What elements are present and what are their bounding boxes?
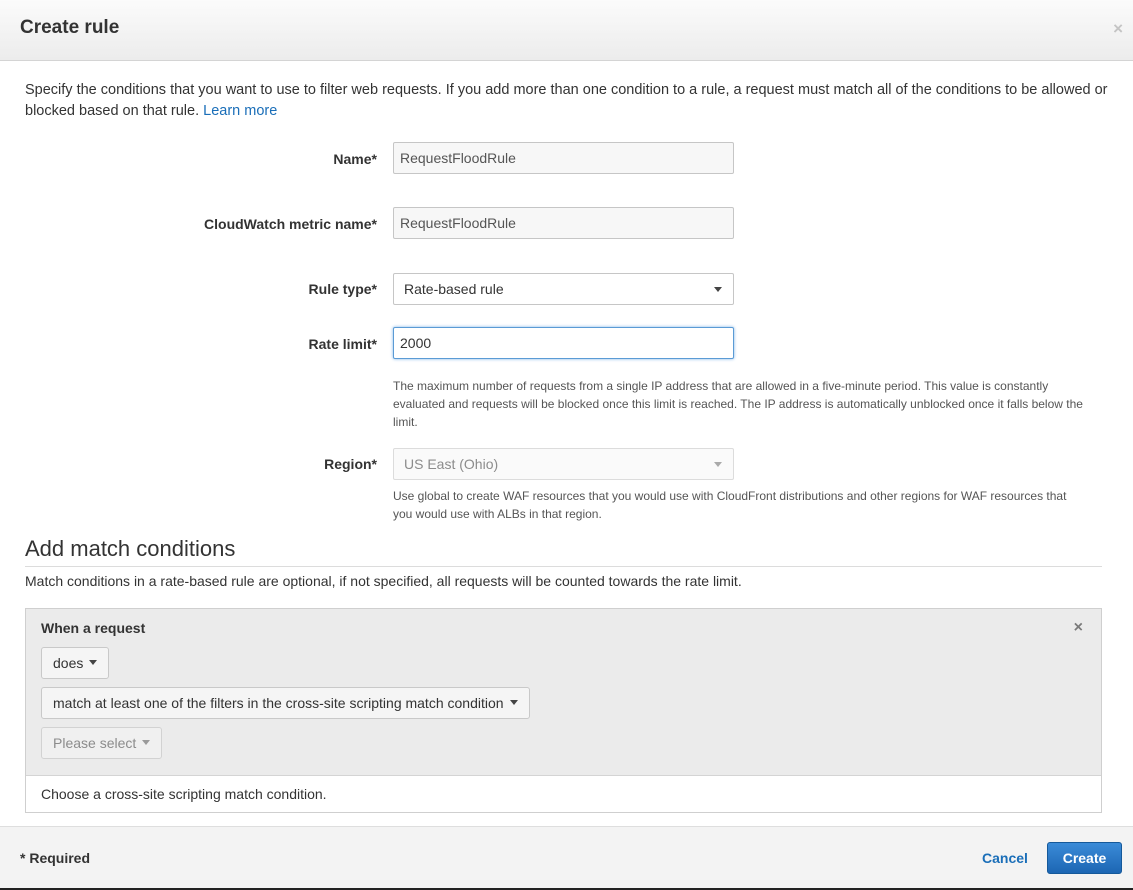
close-icon[interactable]: ×: [1113, 20, 1123, 37]
rule-type-select[interactable]: Rate-based rule: [393, 273, 734, 305]
condition-select-dropdown[interactable]: Please select: [41, 727, 163, 759]
metric-name-label: CloudWatch metric name*: [204, 216, 377, 232]
required-note: * Required: [20, 850, 91, 866]
section-description: Match conditions in a rate-based rule ar…: [25, 573, 742, 589]
chevron-down-icon: [142, 739, 151, 745]
close-icon[interactable]: ×: [1074, 619, 1083, 637]
match-type-dropdown-label: match at least one of the filters in the…: [53, 695, 504, 711]
region-select[interactable]: US East (Ohio): [393, 448, 734, 480]
rule-type-label: Rule type*: [308, 281, 377, 297]
chevron-down-icon: [714, 287, 722, 292]
section-divider: [25, 566, 1102, 567]
cancel-button[interactable]: Cancel: [982, 850, 1028, 866]
region-label: Region*: [324, 456, 377, 472]
dialog-footer: * Required Cancel Create: [0, 826, 1133, 890]
condition-footer-text: Choose a cross-site scripting match cond…: [41, 786, 327, 802]
condition-box: When a request × does match at least one…: [25, 608, 1102, 813]
name-input[interactable]: [393, 142, 734, 174]
rate-limit-label: Rate limit*: [308, 336, 377, 352]
condition-footer: Choose a cross-site scripting match cond…: [26, 775, 1101, 812]
condition-title: When a request: [41, 620, 146, 636]
region-value: US East (Ohio): [404, 456, 499, 472]
learn-more-link[interactable]: Learn more: [203, 103, 277, 119]
does-dropdown-label: does: [53, 655, 84, 671]
create-button[interactable]: Create: [1047, 842, 1122, 874]
dialog-title: Create rule: [20, 17, 120, 38]
section-title: Add match conditions: [25, 536, 236, 561]
rate-limit-help: The maximum number of requests from a si…: [393, 379, 1083, 429]
metric-name-input[interactable]: [393, 207, 734, 239]
intro-description: Specify the conditions that you want to …: [25, 82, 1108, 119]
condition-select-label: Please select: [53, 735, 137, 751]
intro-text: Specify the conditions that you want to …: [25, 80, 1110, 122]
create-rule-dialog: Create rule × Specify the conditions tha…: [0, 0, 1133, 890]
match-type-dropdown[interactable]: match at least one of the filters in the…: [41, 687, 530, 719]
rule-type-value: Rate-based rule: [404, 281, 504, 297]
chevron-down-icon: [89, 659, 98, 665]
does-dropdown[interactable]: does: [41, 647, 110, 679]
dialog-header: Create rule ×: [0, 0, 1133, 61]
rate-limit-input[interactable]: [393, 327, 734, 359]
chevron-down-icon: [714, 462, 722, 467]
name-label: Name*: [333, 151, 377, 167]
region-help: Use global to create WAF resources that …: [393, 489, 1067, 521]
chevron-down-icon: [509, 699, 518, 705]
